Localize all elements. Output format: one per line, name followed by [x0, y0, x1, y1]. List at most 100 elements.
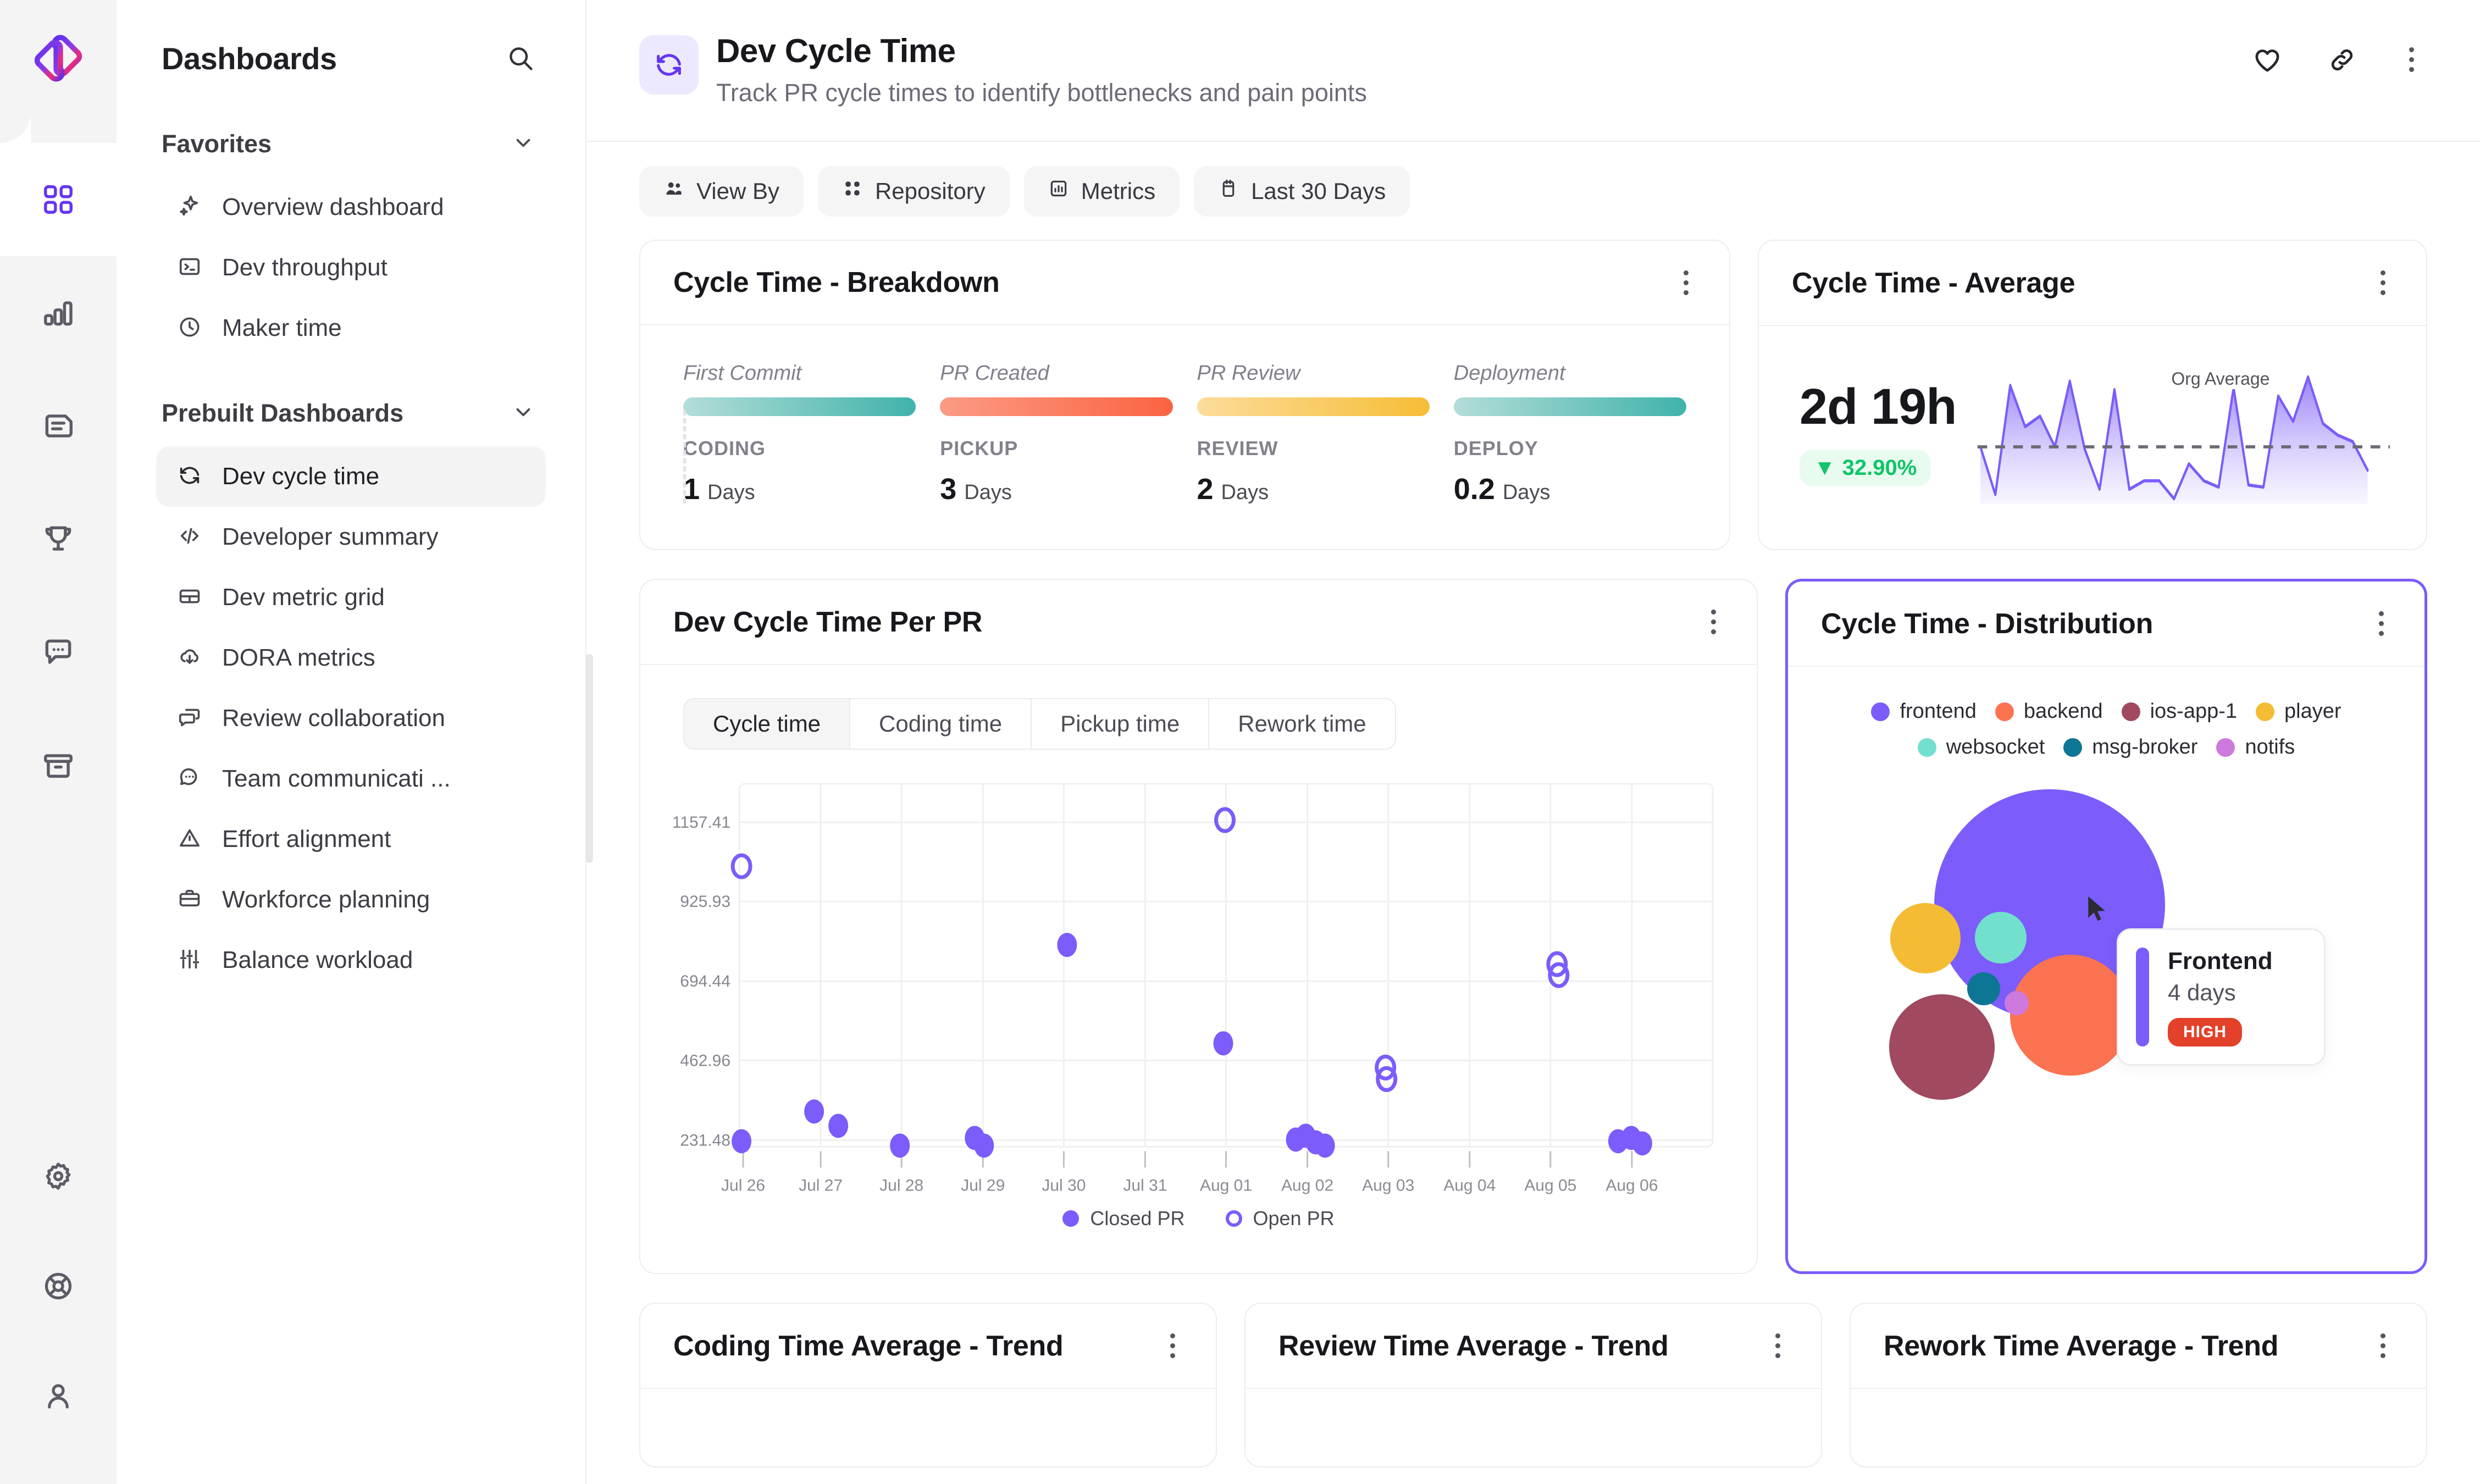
sidebar-section-prebuilt[interactable]: Prebuilt Dashboards: [156, 386, 546, 441]
bubble-backend[interactable]: [2010, 955, 2131, 1076]
sidebar-item-dev-metric-grid[interactable]: Dev metric grid: [156, 567, 546, 628]
tab-coding-time[interactable]: Coding time: [849, 698, 1032, 750]
svg-text:Jul 29: Jul 29: [961, 1176, 1005, 1194]
rail-item-dashboards[interactable]: [0, 112, 117, 256]
rail-item-reports[interactable]: [0, 369, 117, 483]
legend-label: player: [2284, 700, 2341, 723]
rail-item-analytics[interactable]: [0, 256, 117, 369]
card-menu-icon[interactable]: [2373, 265, 2393, 301]
legend-label: msg-broker: [2092, 735, 2198, 758]
legend-label: frontend: [1900, 700, 1977, 723]
per-pr-tabs: Cycle time Coding time Pickup time Rewor…: [683, 698, 1757, 750]
sidebar-item-overview-dashboard[interactable]: Overview dashboard: [156, 177, 546, 237]
open-pr-dot-icon: [1225, 1210, 1242, 1227]
tab-cycle-time[interactable]: Cycle time: [683, 698, 851, 750]
tab-rework-time[interactable]: Rework time: [1208, 698, 1396, 750]
rail-item-archive[interactable]: [0, 709, 117, 822]
card-review-time-trend: Review Time Average - Trend: [1244, 1303, 1822, 1468]
filter-date-range[interactable]: Last 30 Days: [1194, 166, 1410, 217]
filter-repository[interactable]: Repository: [817, 166, 1010, 217]
sidebar-item-dora-metrics[interactable]: DORA metrics: [156, 628, 546, 688]
rail-bottom-nav: [0, 1121, 117, 1451]
sidebar-item-dev-throughput[interactable]: Dev throughput: [156, 237, 546, 298]
link-icon[interactable]: [2327, 45, 2357, 75]
sidebar-item-developer-summary[interactable]: Developer summary: [156, 507, 546, 567]
svg-text:Aug 06: Aug 06: [1606, 1176, 1658, 1194]
card-header: Cycle Time - Distribution: [1788, 582, 2424, 667]
sidebar-item-effort-alignment[interactable]: Effort alignment: [156, 809, 546, 870]
color-dot-icon: [2256, 702, 2275, 721]
status-badge: HIGH: [2168, 1018, 2242, 1046]
sidebar-item-balance-workload[interactable]: Balance workload: [156, 930, 546, 990]
legend-ios-app-1[interactable]: ios-app-1: [2121, 700, 2237, 723]
tooltip-value: 4 days: [2168, 979, 2236, 1005]
sidebar-item-review-collaboration[interactable]: Review collaboration: [156, 688, 546, 749]
app-logo[interactable]: [0, 0, 117, 117]
bubble-notifs[interactable]: [2005, 991, 2029, 1015]
stage-name: PICKUP: [940, 437, 1018, 459]
rail-item-messages[interactable]: [0, 596, 117, 709]
sparkle-icon: [177, 193, 202, 222]
terminal-icon: [177, 254, 202, 282]
sliders-icon: [177, 946, 202, 974]
stage-bar: [1453, 397, 1686, 416]
card-cycle-time-breakdown: Cycle Time - Breakdown First Commit CODI…: [639, 240, 1730, 550]
dashboard-row-2: Dev Cycle Time Per PR Cycle time Coding …: [639, 579, 2427, 1274]
average-sparkline: Org Average: [1976, 358, 2393, 506]
card-menu-icon[interactable]: [1162, 1328, 1183, 1364]
sidebar-item-workforce-planning[interactable]: Workforce planning: [156, 870, 546, 930]
breakdown-stage: Deployment DEPLOY 0.2 Days: [1453, 362, 1686, 506]
legend-notifs[interactable]: notifs: [2216, 735, 2295, 759]
table-icon: [177, 584, 202, 612]
rail-item-support[interactable]: [0, 1231, 117, 1341]
chevron-down-icon[interactable]: [512, 401, 535, 427]
bubble-ios-app-1[interactable]: [1889, 994, 1995, 1100]
app-root: Dashboards Favorites Overview dashboard …: [0, 0, 2480, 1484]
sidebar-item-team-communication[interactable]: Team communicati ...: [156, 749, 546, 809]
bubble-player[interactable]: [1890, 903, 1961, 973]
more-options-icon[interactable]: [2401, 42, 2422, 77]
chevron-down-icon[interactable]: [512, 131, 535, 157]
card-menu-icon[interactable]: [1768, 1328, 1788, 1364]
bubble-websocket[interactable]: [1975, 912, 2027, 964]
stage-value: 3 Days: [940, 472, 1172, 506]
card-coding-time-trend: Coding Time Average - Trend: [639, 1303, 1217, 1468]
sidebar-item-label: Team communicati ...: [222, 765, 451, 792]
main-content: Dev Cycle Time Track PR cycle times to i…: [586, 0, 2480, 1484]
legend-player[interactable]: player: [2256, 700, 2341, 723]
filter-view-by[interactable]: View By: [639, 166, 804, 217]
card-menu-icon[interactable]: [2373, 1328, 2393, 1364]
color-dot-icon: [1871, 702, 1890, 721]
content-scrollbar[interactable]: [585, 654, 593, 863]
legend-websocket[interactable]: websocket: [1917, 735, 2045, 759]
rail-nav: [0, 112, 117, 822]
card-menu-icon[interactable]: [1703, 604, 1724, 640]
page-header-text: Dev Cycle Time Track PR cycle times to i…: [716, 32, 1367, 107]
legend-backend[interactable]: backend: [1995, 700, 2103, 723]
filter-metrics[interactable]: Metrics: [1023, 166, 1180, 217]
org-average-label: Org Average: [2168, 369, 2273, 389]
rail-item-goals[interactable]: [0, 483, 117, 596]
refresh-icon: [177, 463, 202, 491]
rail-item-settings[interactable]: [0, 1121, 117, 1231]
sidebar-item-dev-cycle-time[interactable]: Dev cycle time: [156, 446, 546, 507]
card-title: Review Time Average - Trend: [1278, 1330, 1669, 1362]
sidebar-item-maker-time[interactable]: Maker time: [156, 298, 546, 358]
tab-pickup-time[interactable]: Pickup time: [1031, 698, 1210, 750]
legend-msg-broker[interactable]: msg-broker: [2063, 735, 2197, 759]
sidebar-section-favorites[interactable]: Favorites: [156, 117, 546, 171]
sidebar-item-label: Dev metric grid: [222, 584, 385, 611]
stage-number: 3: [940, 473, 957, 506]
heart-icon[interactable]: [2252, 45, 2283, 75]
search-icon[interactable]: [506, 44, 535, 73]
legend-frontend[interactable]: frontend: [1871, 700, 1977, 723]
breakdown-stage: First Commit CODING 1 Days: [683, 362, 940, 506]
card-menu-icon[interactable]: [1676, 265, 1696, 301]
rail-item-account[interactable]: [0, 1341, 117, 1451]
bubble-msg-broker[interactable]: [1967, 972, 2000, 1005]
color-dot-icon: [2063, 738, 2083, 757]
cloud-download-icon: [177, 644, 202, 672]
legend-label: notifs: [2245, 735, 2295, 758]
stage-name: REVIEW: [1197, 437, 1278, 459]
card-menu-icon[interactable]: [2371, 606, 2392, 641]
